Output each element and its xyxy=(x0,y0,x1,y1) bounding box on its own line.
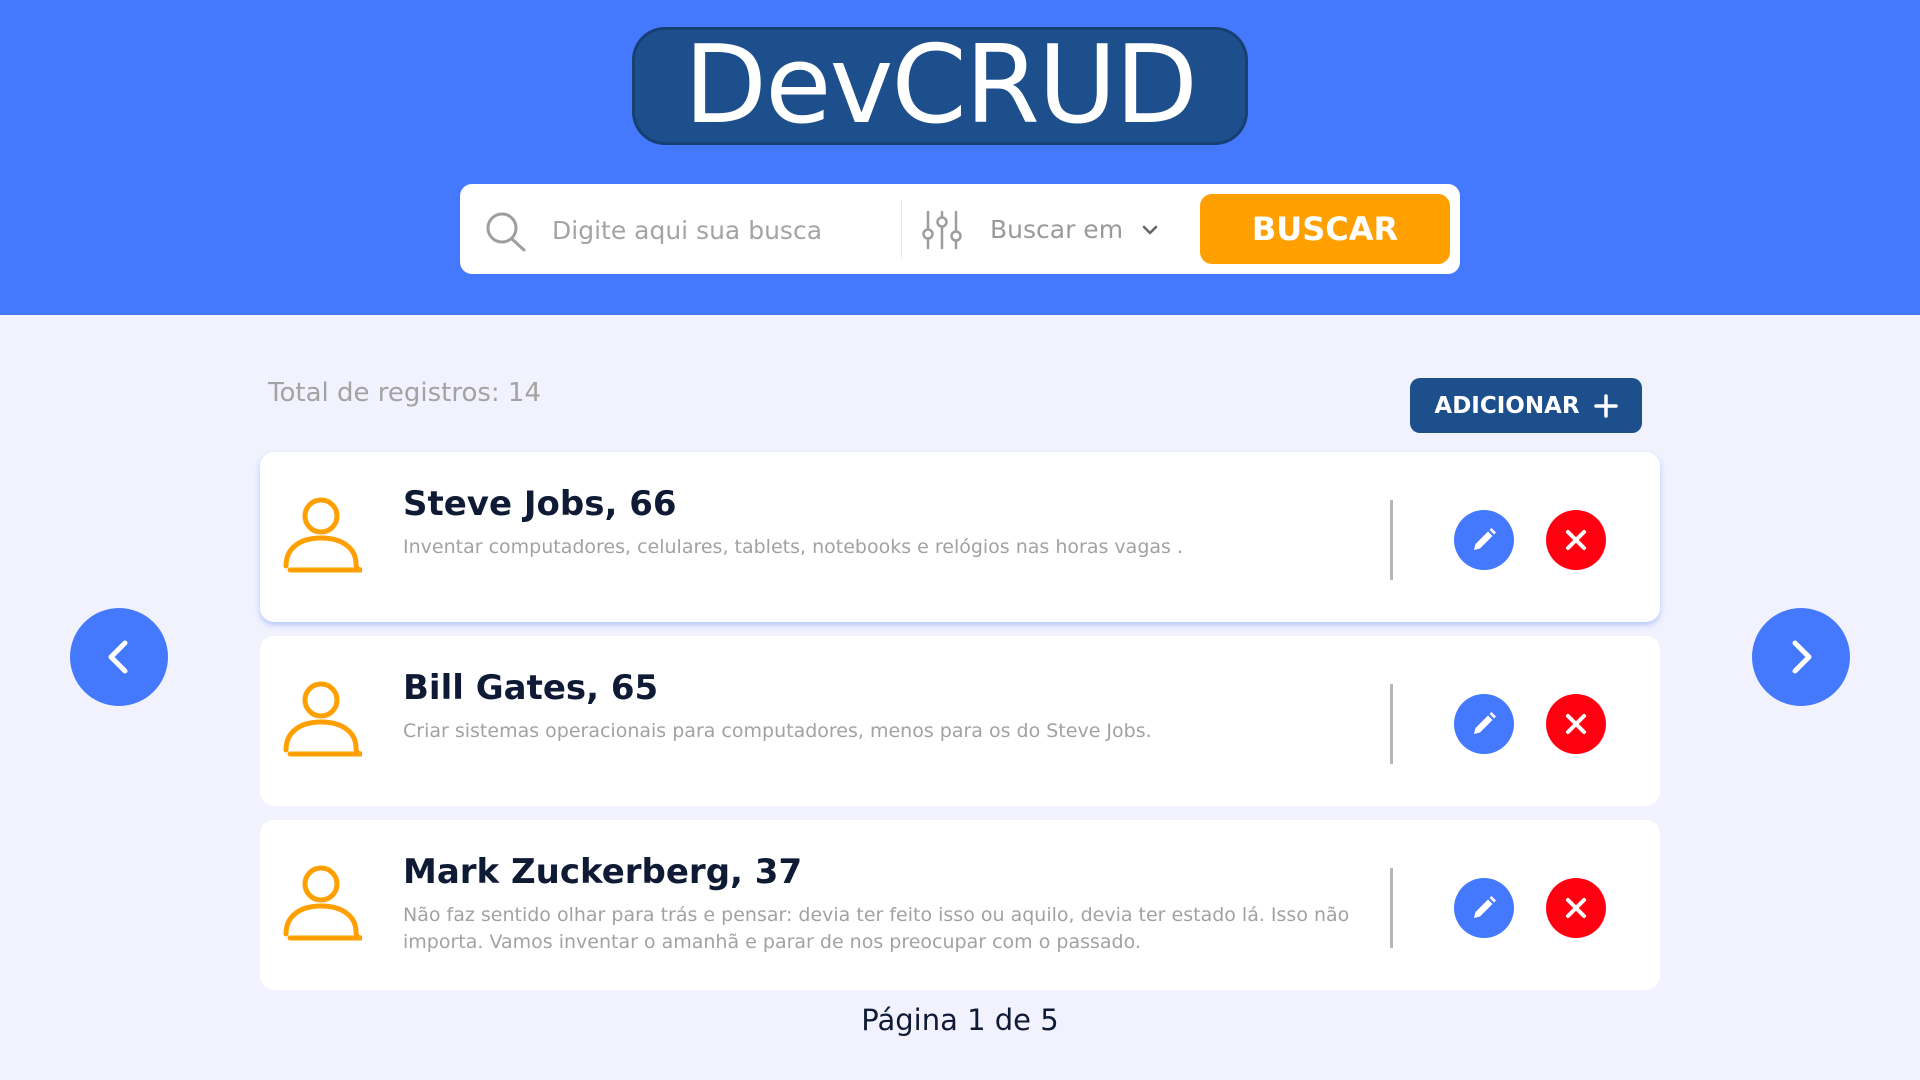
user-icon xyxy=(283,497,363,573)
close-icon xyxy=(1566,714,1586,734)
previous-page-button[interactable] xyxy=(70,608,168,706)
search-divider xyxy=(901,200,902,258)
search-scope-label: Buscar em xyxy=(990,215,1124,244)
next-page-button[interactable] xyxy=(1752,608,1850,706)
record-name: Mark Zuckerberg, 37 xyxy=(403,852,803,892)
record-card: Steve Jobs, 66 Inventar computadores, ce… xyxy=(260,452,1660,622)
search-input[interactable] xyxy=(550,204,884,256)
chevron-left-icon xyxy=(108,640,128,674)
edit-button[interactable] xyxy=(1454,694,1514,754)
pagination-label: Página 1 de 5 xyxy=(861,1003,1059,1037)
add-button-label: ADICIONAR xyxy=(1434,392,1580,419)
record-name: Bill Gates, 65 xyxy=(403,668,659,708)
delete-button[interactable] xyxy=(1546,694,1606,754)
close-icon xyxy=(1566,898,1586,918)
user-icon xyxy=(283,681,363,757)
total-records: Total de registros: 14 xyxy=(268,378,542,408)
logo: DevCRUD xyxy=(635,30,1245,142)
search-bar: Buscar em BUSCAR xyxy=(460,184,1460,274)
logo-text: DevCRUD xyxy=(683,23,1198,148)
search-button[interactable]: BUSCAR xyxy=(1200,194,1450,264)
record-description: Não faz sentido olhar para trás e pensar… xyxy=(403,904,1350,953)
chevron-right-icon xyxy=(1792,640,1812,674)
pencil-icon xyxy=(1474,712,1496,734)
user-icon xyxy=(283,865,363,941)
chevron-down-icon xyxy=(1142,225,1158,235)
close-icon xyxy=(1566,530,1586,550)
add-button[interactable]: ADICIONAR xyxy=(1410,378,1642,433)
search-scope-select[interactable]: Buscar em xyxy=(990,206,1170,254)
sliders-icon[interactable] xyxy=(920,208,964,252)
card-divider xyxy=(1390,868,1393,948)
delete-button[interactable] xyxy=(1546,510,1606,570)
card-divider xyxy=(1390,684,1393,764)
header: DevCRUD Buscar em BUSCAR xyxy=(0,0,1920,315)
record-name: Steve Jobs, 66 xyxy=(403,484,677,524)
edit-button[interactable] xyxy=(1454,878,1514,938)
record-description: Criar sistemas operacionais para computa… xyxy=(403,720,1152,742)
record-description: Inventar computadores, celulares, tablet… xyxy=(403,536,1184,558)
pencil-icon xyxy=(1474,528,1496,550)
edit-button[interactable] xyxy=(1454,510,1514,570)
record-card: Bill Gates, 65 Criar sistemas operaciona… xyxy=(260,636,1660,806)
card-divider xyxy=(1390,500,1393,580)
delete-button[interactable] xyxy=(1546,878,1606,938)
search-icon xyxy=(486,212,526,252)
plus-icon xyxy=(1593,393,1618,418)
pencil-icon xyxy=(1474,896,1496,918)
record-card: Mark Zuckerberg, 37 Não faz sentido olha… xyxy=(260,820,1660,990)
